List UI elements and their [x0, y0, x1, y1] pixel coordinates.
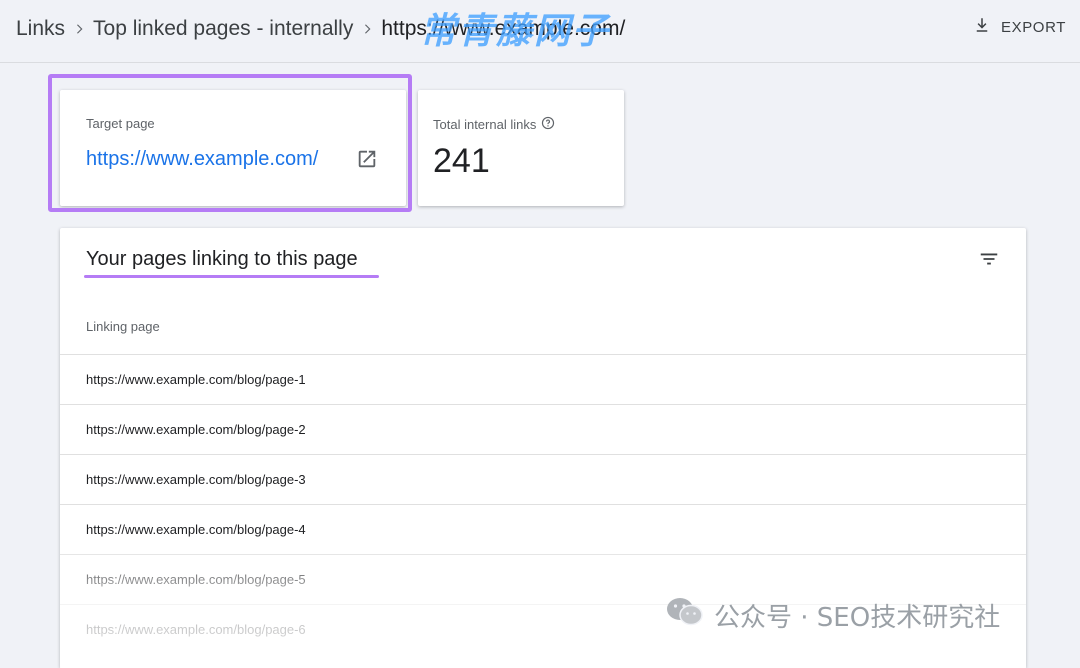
table-row[interactable]: https://www.example.com/blog/page-6: [60, 604, 1026, 654]
breadcrumb-top-linked-pages[interactable]: Top linked pages - internally: [93, 17, 353, 41]
chevron-right-icon: [353, 17, 381, 41]
row-url: https://www.example.com/blog/page-1: [86, 372, 306, 387]
table-row[interactable]: https://www.example.com/blog/page-5: [60, 554, 1026, 604]
breadcrumb-links[interactable]: Links: [16, 17, 65, 41]
help-circle-icon[interactable]: [541, 116, 555, 133]
download-icon: [973, 16, 991, 38]
row-url: https://www.example.com/blog/page-3: [86, 472, 306, 487]
total-links-label: Total internal links: [433, 117, 537, 132]
breadcrumb-current-page: https://www.example.com/: [381, 17, 626, 40]
title-underline: [84, 275, 379, 278]
table-row[interactable]: https://www.example.com/blog/page-3: [60, 454, 1026, 504]
breadcrumb: Links Top linked pages - internally http…: [16, 17, 625, 41]
column-header-linking-page[interactable]: Linking page: [86, 319, 160, 334]
page-header: Links Top linked pages - internally http…: [0, 0, 1080, 63]
table-title: Your pages linking to this page: [86, 248, 358, 270]
target-page-highlight: [48, 74, 412, 212]
row-url: https://www.example.com/blog/page-4: [86, 522, 306, 537]
total-internal-links-card: Total internal links 241: [418, 90, 624, 206]
linking-pages-card: Your pages linking to this page Linking …: [60, 228, 1026, 668]
table-row[interactable]: https://www.example.com/blog/page-4: [60, 504, 1026, 554]
table-body: https://www.example.com/blog/page-1 http…: [60, 354, 1026, 654]
table-row[interactable]: https://www.example.com/blog/page-2: [60, 404, 1026, 454]
row-url: https://www.example.com/blog/page-2: [86, 422, 306, 437]
total-links-value: 241: [433, 142, 490, 180]
filter-icon[interactable]: [978, 248, 1000, 275]
total-links-label-row: Total internal links: [433, 116, 555, 133]
export-label: EXPORT: [1000, 18, 1066, 36]
row-url: https://www.example.com/blog/page-6: [86, 622, 306, 637]
row-url: https://www.example.com/blog/page-5: [86, 572, 306, 587]
export-button[interactable]: EXPORT: [973, 16, 1066, 38]
table-row[interactable]: https://www.example.com/blog/page-1: [60, 354, 1026, 404]
chevron-right-icon: [65, 17, 93, 41]
